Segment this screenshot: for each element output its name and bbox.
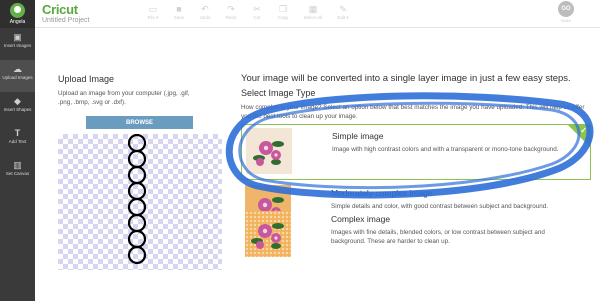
image-icon: ▣ [13, 32, 22, 42]
file-menu-label: File ▾ [147, 15, 159, 20]
user-name: Angela [9, 19, 26, 25]
edit-icon: ✎ [339, 4, 347, 14]
upload-title: Upload Image [58, 74, 115, 84]
option-description: Images with fine details, blended colors… [331, 229, 545, 245]
shapes-icon: ◆ [14, 96, 21, 106]
copy-label: Copy [277, 15, 289, 20]
sidebar-item-label: Set Canvas [5, 171, 30, 176]
sidebar-item-insert-images[interactable]: ▣ Insert Images [0, 28, 35, 60]
select-all-label: Select All [303, 15, 323, 20]
option-description: Image with high contrast colors and with… [332, 146, 559, 153]
toolbar: ▭ File ▾ ■ Save ↶ Undo ↷ Redo ✂ Cut ❐ Co… [140, 3, 356, 25]
simple-image-thumbnail [246, 128, 292, 174]
sidebar-item-set-canvas[interactable]: ▥ Set Canvas [0, 156, 35, 188]
scissors-icon: ✂ [253, 4, 261, 14]
sidebar-item-label: Add Text [8, 139, 27, 144]
upload-description: Upload an image from your computer (.jpg… [58, 90, 190, 106]
undo-icon: ↶ [201, 4, 209, 14]
browse-button[interactable]: BROWSE [86, 116, 193, 129]
cut-button[interactable]: ✂ Cut [244, 3, 270, 25]
go-label: Make [561, 18, 571, 23]
option-title: Moderately complex image [331, 188, 433, 198]
user-avatar-icon [10, 3, 25, 18]
undo-button[interactable]: ↶ Undo [192, 3, 218, 25]
go-button-circle: GO [558, 1, 574, 17]
select-all-button[interactable]: ▦ Select All [296, 3, 330, 25]
save-button[interactable]: ■ Save [166, 3, 192, 25]
sidebar-item-label: Upload Images [2, 75, 33, 80]
uploaded-image-preview [127, 134, 147, 265]
canvas-icon: ▥ [13, 160, 22, 170]
redo-button[interactable]: ↷ Redo [218, 3, 244, 25]
file-menu-button[interactable]: ▭ File ▾ [140, 3, 166, 25]
select-all-icon: ▦ [308, 4, 318, 14]
option-simple-image[interactable]: Simple image Image with high contrast co… [241, 124, 591, 180]
checkmark-icon: ✓ [580, 126, 587, 135]
go-make-button[interactable]: GO Make [552, 1, 580, 27]
sidebar-item-insert-shapes[interactable]: ◆ Insert Shapes [0, 92, 35, 124]
option-title: Simple image [332, 131, 384, 141]
option-title: Complex image [331, 214, 391, 224]
redo-label: Redo [225, 15, 237, 20]
text-icon: T [14, 128, 21, 138]
edit-menu-label: Edit ▾ [337, 15, 349, 20]
undo-label: Undo [199, 15, 211, 20]
select-image-type-heading: Select Image Type [241, 88, 316, 98]
user-menu[interactable]: Angela [0, 0, 35, 28]
redo-icon: ↷ [227, 4, 235, 14]
left-sidebar: ▣ Insert Images ☁ Upload Images ◆ Insert… [0, 28, 35, 301]
cloud-upload-icon: ☁ [13, 64, 22, 74]
sidebar-item-upload-images[interactable]: ☁ Upload Images [0, 60, 35, 92]
cut-label: Cut [253, 15, 261, 20]
sidebar-item-label: Insert Images [3, 43, 32, 48]
save-label: Save [173, 15, 185, 20]
project-title: Untitled Project [42, 17, 90, 24]
conversion-intro: Your image will be converted into a sing… [241, 73, 571, 84]
sidebar-item-label: Insert Shapes [3, 107, 32, 112]
complexity-question: How complex is your image? Select an opt… [241, 104, 585, 120]
edit-menu-button[interactable]: ✎ Edit ▾ [330, 3, 356, 25]
top-bar: Angela Cricut Untitled Project ▭ File ▾ … [0, 0, 600, 28]
complex-image-thumbnail [245, 211, 291, 257]
copy-button[interactable]: ❐ Copy [270, 3, 296, 25]
save-icon: ■ [176, 4, 182, 14]
sidebar-item-add-text[interactable]: T Add Text [0, 124, 35, 156]
option-complex-image[interactable]: Complex image Images with fine details, … [241, 208, 591, 264]
copy-icon: ❐ [278, 4, 288, 14]
file-icon: ▭ [148, 4, 158, 14]
cricut-logo: Cricut [42, 2, 78, 17]
